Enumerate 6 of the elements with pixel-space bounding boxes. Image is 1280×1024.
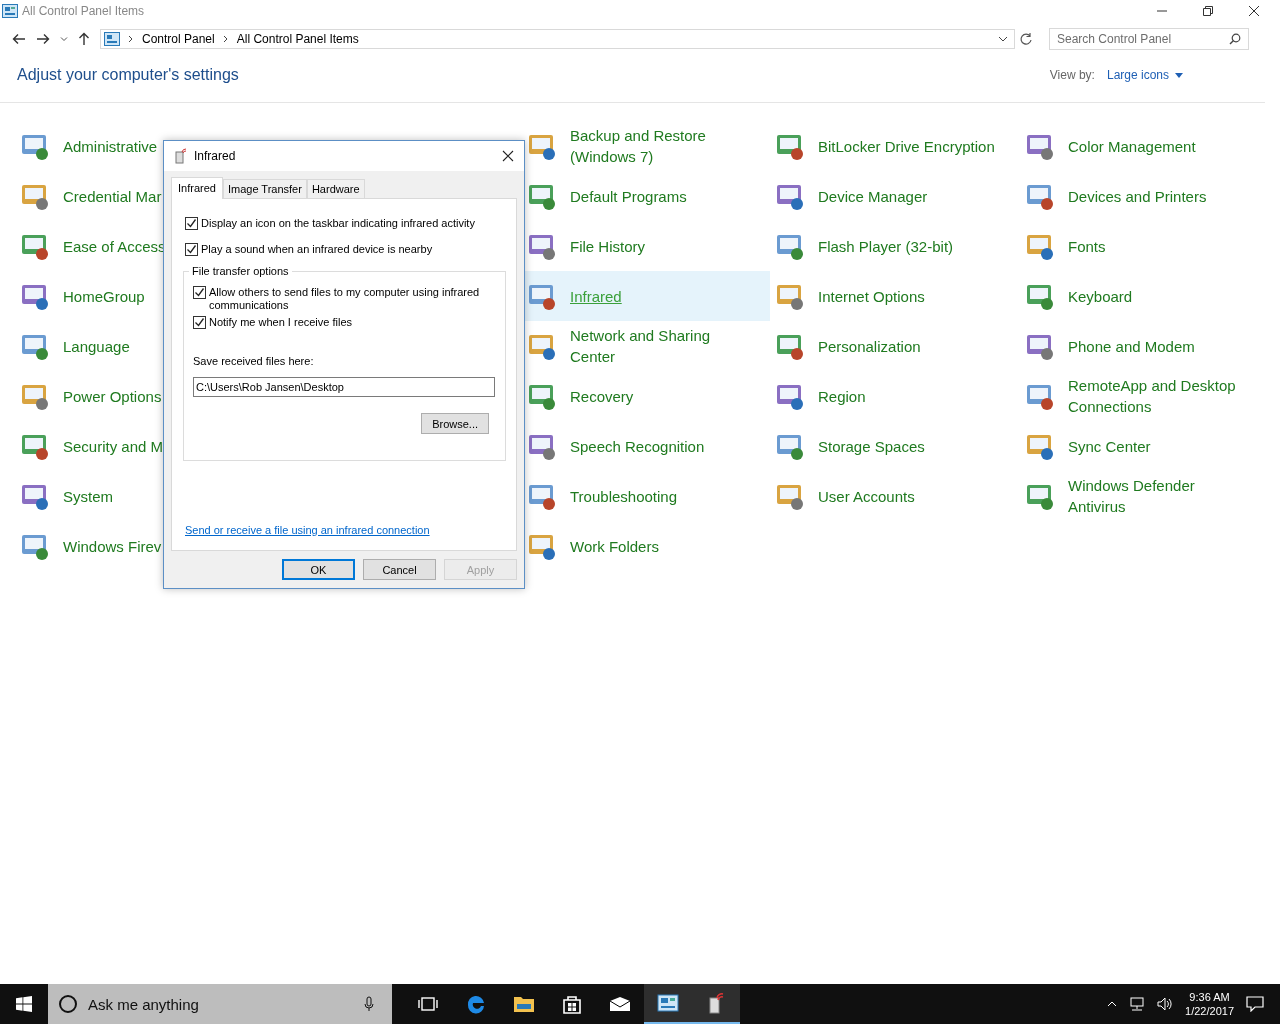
window-title: All Control Panel Items <box>22 4 145 18</box>
field-label: Save received files here: <box>193 355 315 367</box>
page-heading: Adjust your computer's settings <box>17 66 239 84</box>
group-title: File transfer options <box>189 265 292 277</box>
view-by-label: View by: <box>1049 68 1095 82</box>
dialog-title: Infrared <box>194 149 236 163</box>
